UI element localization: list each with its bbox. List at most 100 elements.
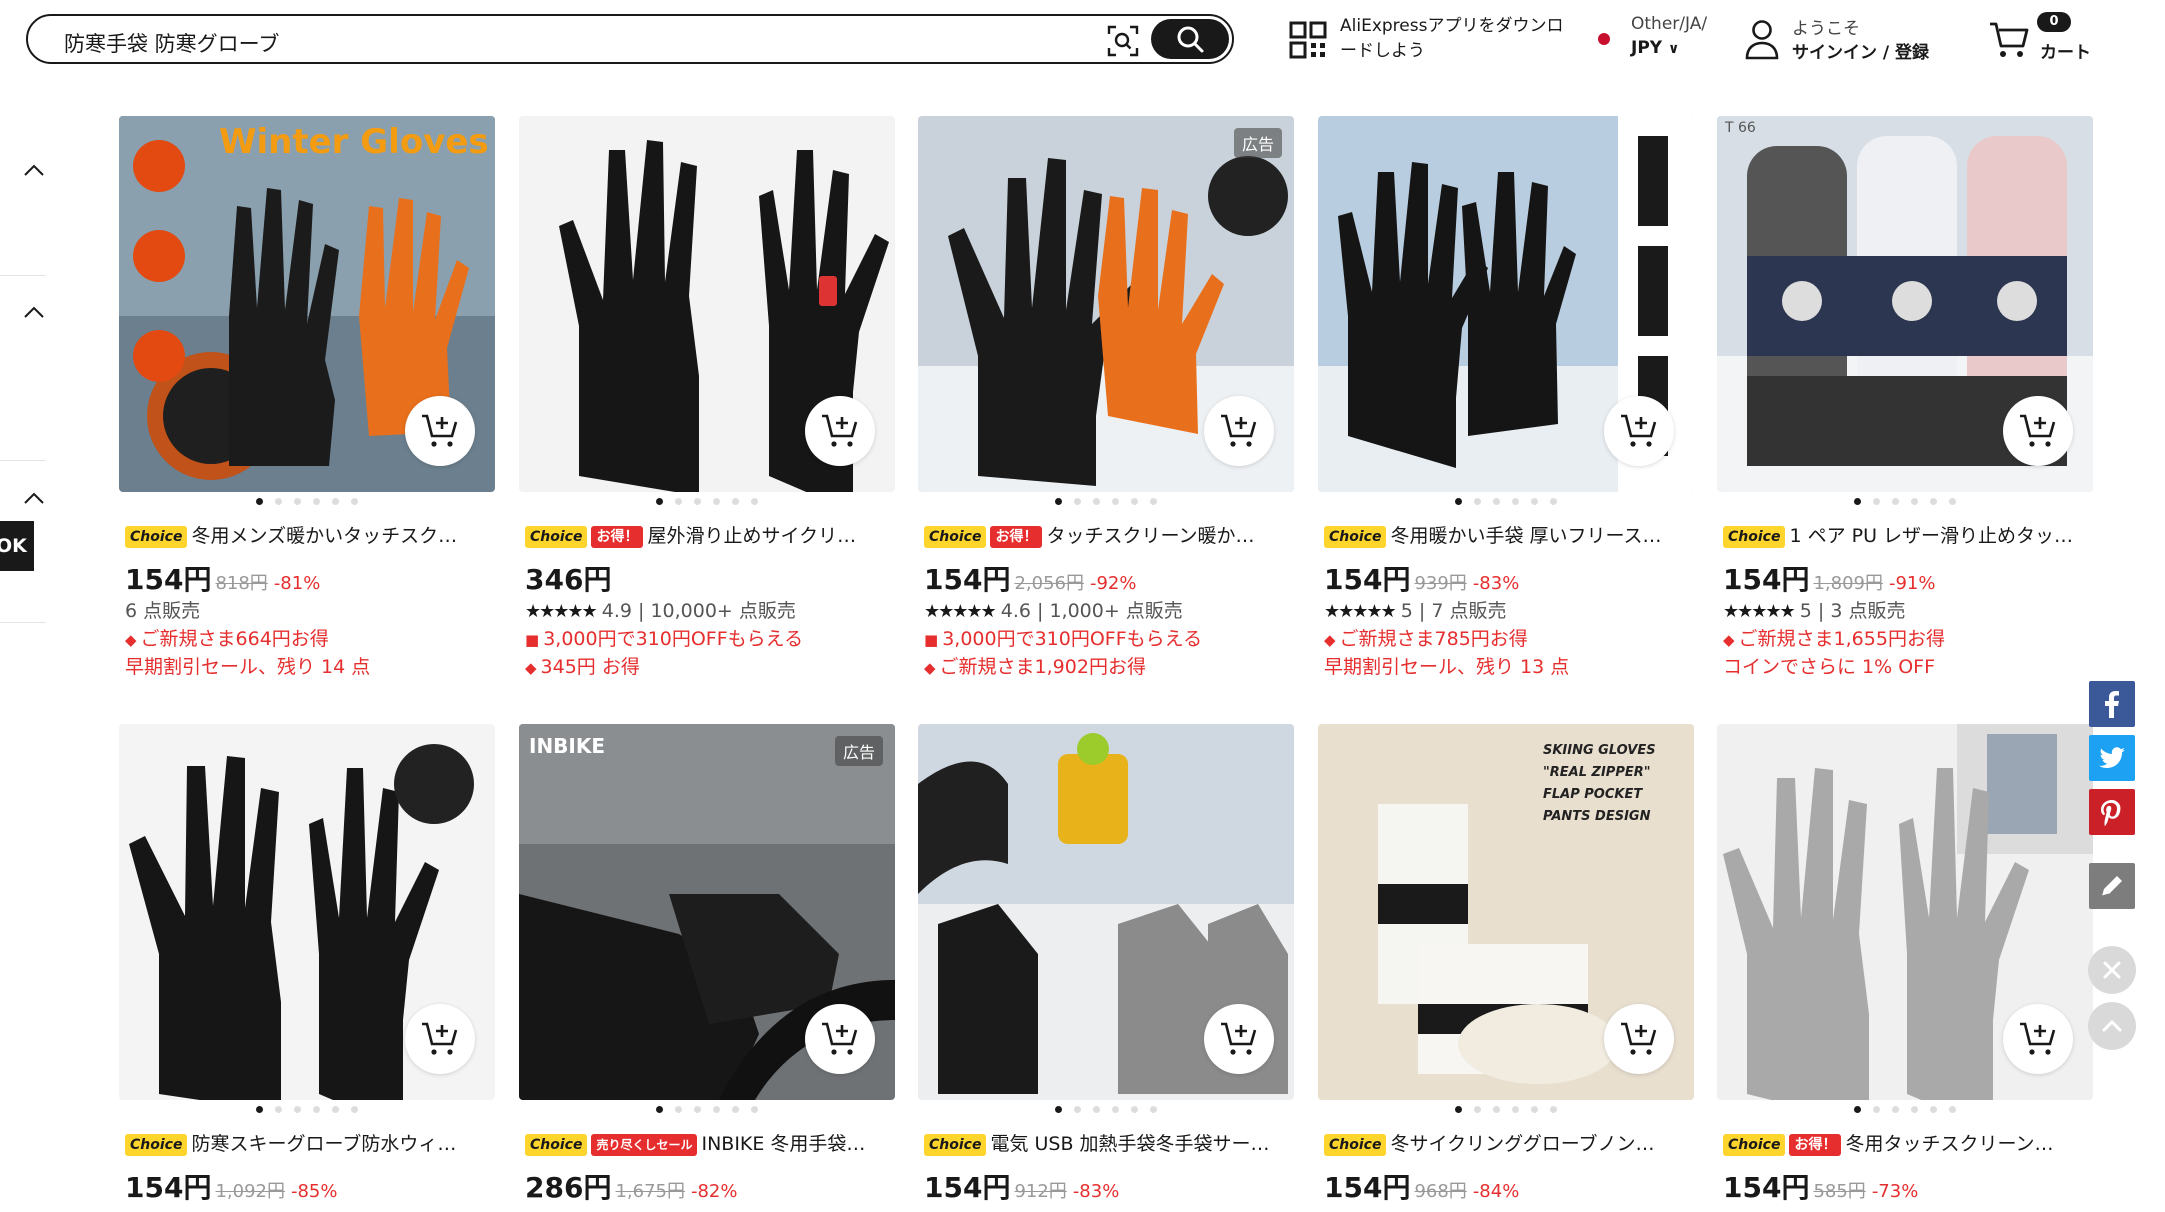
product-card[interactable]: Choice お得！ 屋外滑り止めサイクリ… 346円 ★★★★★ 4.9 | 10… [519,116,895,680]
product-card[interactable]: Choice 防寒スキーグローブ防水ウィ… 154円 1,092円 -85% [119,724,495,1204]
image-search-icon[interactable] [1106,24,1140,58]
edit-feedback-button[interactable] [2089,863,2135,909]
search-input[interactable]: 防寒手袋 防寒グローブ [64,28,279,58]
price-row: 154円 2,056円 -92% [918,558,1294,596]
choice-badge: Choice [1723,1133,1786,1156]
add-to-cart-button[interactable] [2003,396,2073,466]
image-carousel-dots[interactable] [1318,498,1694,518]
product-image[interactable] [1318,116,1694,492]
product-image[interactable] [519,116,895,492]
rating-stars-icon: ★★★★★ [525,601,598,622]
product-card[interactable]: SKIING GLOVES "REAL ZIPPER" FLAP POCKET … [1318,724,1694,1204]
product-card[interactable]: T 66 Choice 1 ペア PU レザー滑り止めタッ… 154円 1,809円… [1717,116,2093,680]
discount-percent: -81% [273,573,321,594]
product-title[interactable]: Choice 1 ペア PU レザー滑り止めタッ… [1717,520,2093,552]
choice-badge: Choice [525,1133,588,1156]
add-to-cart-button[interactable] [405,1004,475,1074]
product-title[interactable]: Choice 売り尽くしセール INBIKE 冬用手袋… [519,1128,895,1160]
image-carousel-dots[interactable] [1318,1106,1694,1126]
product-card[interactable]: Choice お得！ 冬用タッチスクリーン… 154円 585円 -73% [1717,724,2093,1204]
product-image[interactable]: INBIKE 広告 [519,724,895,1100]
currency-selector[interactable]: JPY ∨ [1631,38,1679,58]
facebook-icon [2105,691,2119,718]
image-carousel-dots[interactable] [519,498,895,518]
rating-value: 5 [1799,600,1812,622]
image-carousel-dots[interactable] [519,1106,895,1126]
image-carousel-dots[interactable] [918,498,1294,518]
add-to-cart-button[interactable] [1604,396,1674,466]
add-to-cart-button[interactable] [1204,396,1274,466]
image-carousel-dots[interactable] [119,498,495,518]
add-to-cart-button[interactable] [805,1004,875,1074]
product-image[interactable] [1717,724,2093,1100]
image-carousel-dots[interactable] [918,1106,1294,1126]
add-to-cart-button[interactable] [805,396,875,466]
product-price: 154円 [1324,1171,1411,1204]
product-image[interactable]: SKIING GLOVES "REAL ZIPPER" FLAP POCKET … [1318,724,1694,1100]
promo-text: ご新規さま664円お得 [140,628,329,650]
product-title[interactable]: Choice お得！ タッチスクリーン暖か… [918,520,1294,552]
product-image[interactable] [119,724,495,1100]
product-title[interactable]: Choice 防寒スキーグローブ防水ウィ… [119,1128,495,1160]
product-card[interactable]: 広告 Choice お得！ タッチスクリーン暖か… 154円 2,056円 -92% ★… [918,116,1294,680]
product-card[interactable]: Choice 電気 USB 加熱手袋冬手袋サー… 154円 912円 -83% [918,724,1294,1204]
image-carousel-dots[interactable] [119,1106,495,1126]
signin-link[interactable]: サインイン / 登録 [1792,38,1929,63]
collapse-chevron-icon[interactable] [22,490,46,506]
product-title[interactable]: Choice お得！ 屋外滑り止めサイクリ… [519,520,895,552]
add-to-cart-button[interactable] [1204,1004,1274,1074]
cart-icon[interactable] [1988,20,2030,60]
promo-text: コインでさらに 1% OFF [1723,656,1936,678]
product-image[interactable]: Winter Gloves [119,116,495,492]
image-carousel-dots[interactable] [1717,1106,2093,1126]
image-carousel-dots[interactable] [1717,498,2093,518]
search-bar[interactable]: 防寒手袋 防寒グローブ [26,14,1234,64]
region-language[interactable]: Other/JA/ [1631,14,1707,34]
product-title[interactable]: Choice 冬用暖かい手袋 厚いフリース… [1318,520,1694,552]
twitter-share-button[interactable] [2089,735,2135,781]
add-to-cart-button[interactable] [2003,1004,2073,1074]
add-to-cart-icon [822,1022,858,1055]
discount-percent: -92% [1089,573,1137,594]
product-title[interactable]: Choice 冬サイクリンググローブノン… [1318,1128,1694,1160]
coupon-icon: ■ [525,631,540,649]
original-price: 1,675円 [615,1181,685,1202]
add-to-cart-button[interactable] [1604,1004,1674,1074]
product-title[interactable]: Choice 電気 USB 加熱手袋冬手袋サー… [918,1128,1294,1160]
price-row: 154円 818円 -81% [119,558,495,596]
product-title-text: 冬用暖かい手袋 厚いフリース… [1390,525,1662,547]
close-sidebar-button[interactable] [2088,946,2136,994]
product-card[interactable]: Winter Gloves Choice 冬用メンズ暖かいタッチスク… 154円 8… [119,116,495,680]
search-button[interactable] [1151,19,1229,59]
product-title-text: INBIKE 冬用手袋… [701,1133,866,1155]
collapse-chevron-icon[interactable] [22,162,46,178]
app-download-link[interactable]: AliExpressアプリをダウンロードしよう [1340,14,1570,64]
promo-line: 早期割引セール、残り 13 点 [1318,652,1694,680]
collapse-chevron-icon[interactable] [22,304,46,320]
sold-count: 3 点販売 [1830,600,1906,622]
product-price: 346円 [525,563,612,596]
image-caption: INBIKE [529,734,606,758]
filter-ok-button[interactable]: OK [0,521,34,571]
scroll-to-top-button[interactable] [2088,1002,2136,1050]
product-image[interactable] [918,724,1294,1100]
product-title[interactable]: Choice お得！ 冬用タッチスクリーン… [1717,1128,2093,1160]
product-card[interactable]: Choice 冬用暖かい手袋 厚いフリース… 154円 939円 -83% ★★★★★… [1318,116,1694,680]
ad-tag: 広告 [834,736,883,766]
product-card[interactable]: INBIKE 広告 Choice 売り尽くしセール INBIKE 冬用手袋… 286… [519,724,895,1204]
qr-code-icon[interactable] [1289,21,1327,59]
product-image[interactable]: T 66 [1717,116,2093,492]
pinterest-share-button[interactable] [2089,789,2135,835]
product-image[interactable]: 広告 [918,116,1294,492]
promo-line: 早期割引セール、残り 14 点 [119,652,495,680]
user-icon[interactable] [1744,18,1780,60]
rating-sold: ★★★★★ 5 | 3 点販売 [1723,600,1906,622]
add-to-cart-icon [2020,414,2056,447]
facebook-share-button[interactable] [2089,681,2135,727]
choice-badge: Choice [924,1133,987,1156]
add-to-cart-button[interactable] [405,396,475,466]
region-flag-icon [1598,33,1610,45]
currency-label: JPY [1631,38,1663,58]
product-title[interactable]: Choice 冬用メンズ暖かいタッチスク… [119,520,495,552]
cart-label[interactable]: カート [2040,38,2091,63]
